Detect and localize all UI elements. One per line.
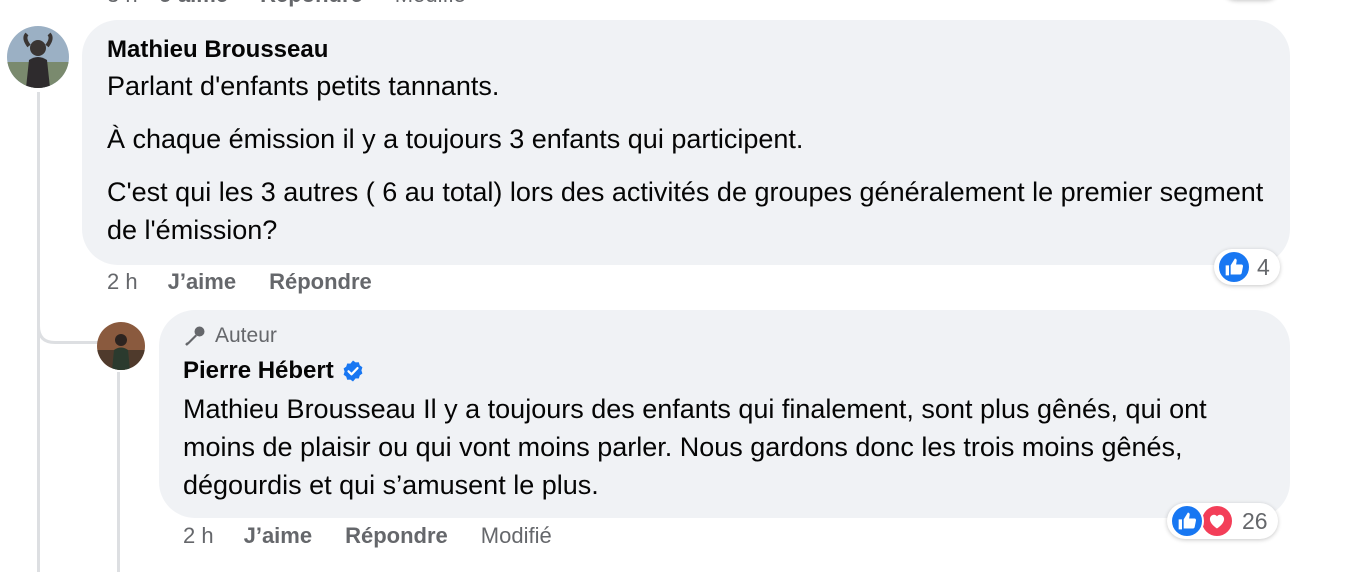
previous-like-button[interactable]: J’aime [160,0,229,8]
verified-badge-icon [341,359,365,383]
reaction-count: 4 [1257,253,1270,280]
reactions-pill[interactable]: 4 [1214,249,1280,285]
avatar[interactable] [7,26,69,88]
previous-edited-label: Modifié [395,0,466,8]
comment-text: Parlant d'enfants petits tannants. À cha… [107,67,1267,249]
reactions-pill[interactable]: 26 [1167,503,1278,539]
comment-text: Mathieu Brousseau Il y a toujours des en… [183,394,1207,500]
like-button[interactable]: J’aime [244,523,313,549]
reply-button[interactable]: Répondre [345,523,448,549]
edited-label: Modifié [480,523,552,548]
like-reaction-icon [1170,504,1204,538]
author-badge: Auteur [183,324,277,348]
comment-paragraph: C'est qui les 3 autres ( 6 au total) lor… [107,177,1264,245]
comment-author[interactable]: Mathieu Brousseau [107,36,328,64]
reaction-count: 26 [1242,507,1268,534]
thread-branch [37,300,98,344]
comment-time[interactable]: 2 h [107,269,138,295]
microphone-icon [183,324,207,348]
comment-meta: 2 h J’aime Répondre Modifié [183,523,552,549]
previous-reply-button[interactable]: Répondre [260,0,363,8]
comment-author: Pierre Hébert [183,357,365,385]
comment-author-name[interactable]: Pierre Hébert [183,357,334,385]
comment-paragraph: Parlant d'enfants petits tannants. [107,71,500,101]
comment-time[interactable]: 2 h [183,523,214,549]
reply-button[interactable]: Répondre [269,269,372,295]
author-badge-label: Auteur [215,324,277,347]
previous-comment-meta: 3 h J’aime Répondre Modifié [107,0,466,8]
previous-comment-time: 3 h [107,0,138,8]
comment-paragraph: À chaque émission il y a toujours 3 enfa… [107,124,804,154]
comment-meta: 2 h J’aime Répondre [107,269,372,295]
reply-thread-line [117,372,120,572]
like-reaction-icon [1217,250,1251,284]
love-reaction-icon [1200,504,1234,538]
like-button[interactable]: J’aime [168,269,237,295]
avatar[interactable] [97,322,145,370]
